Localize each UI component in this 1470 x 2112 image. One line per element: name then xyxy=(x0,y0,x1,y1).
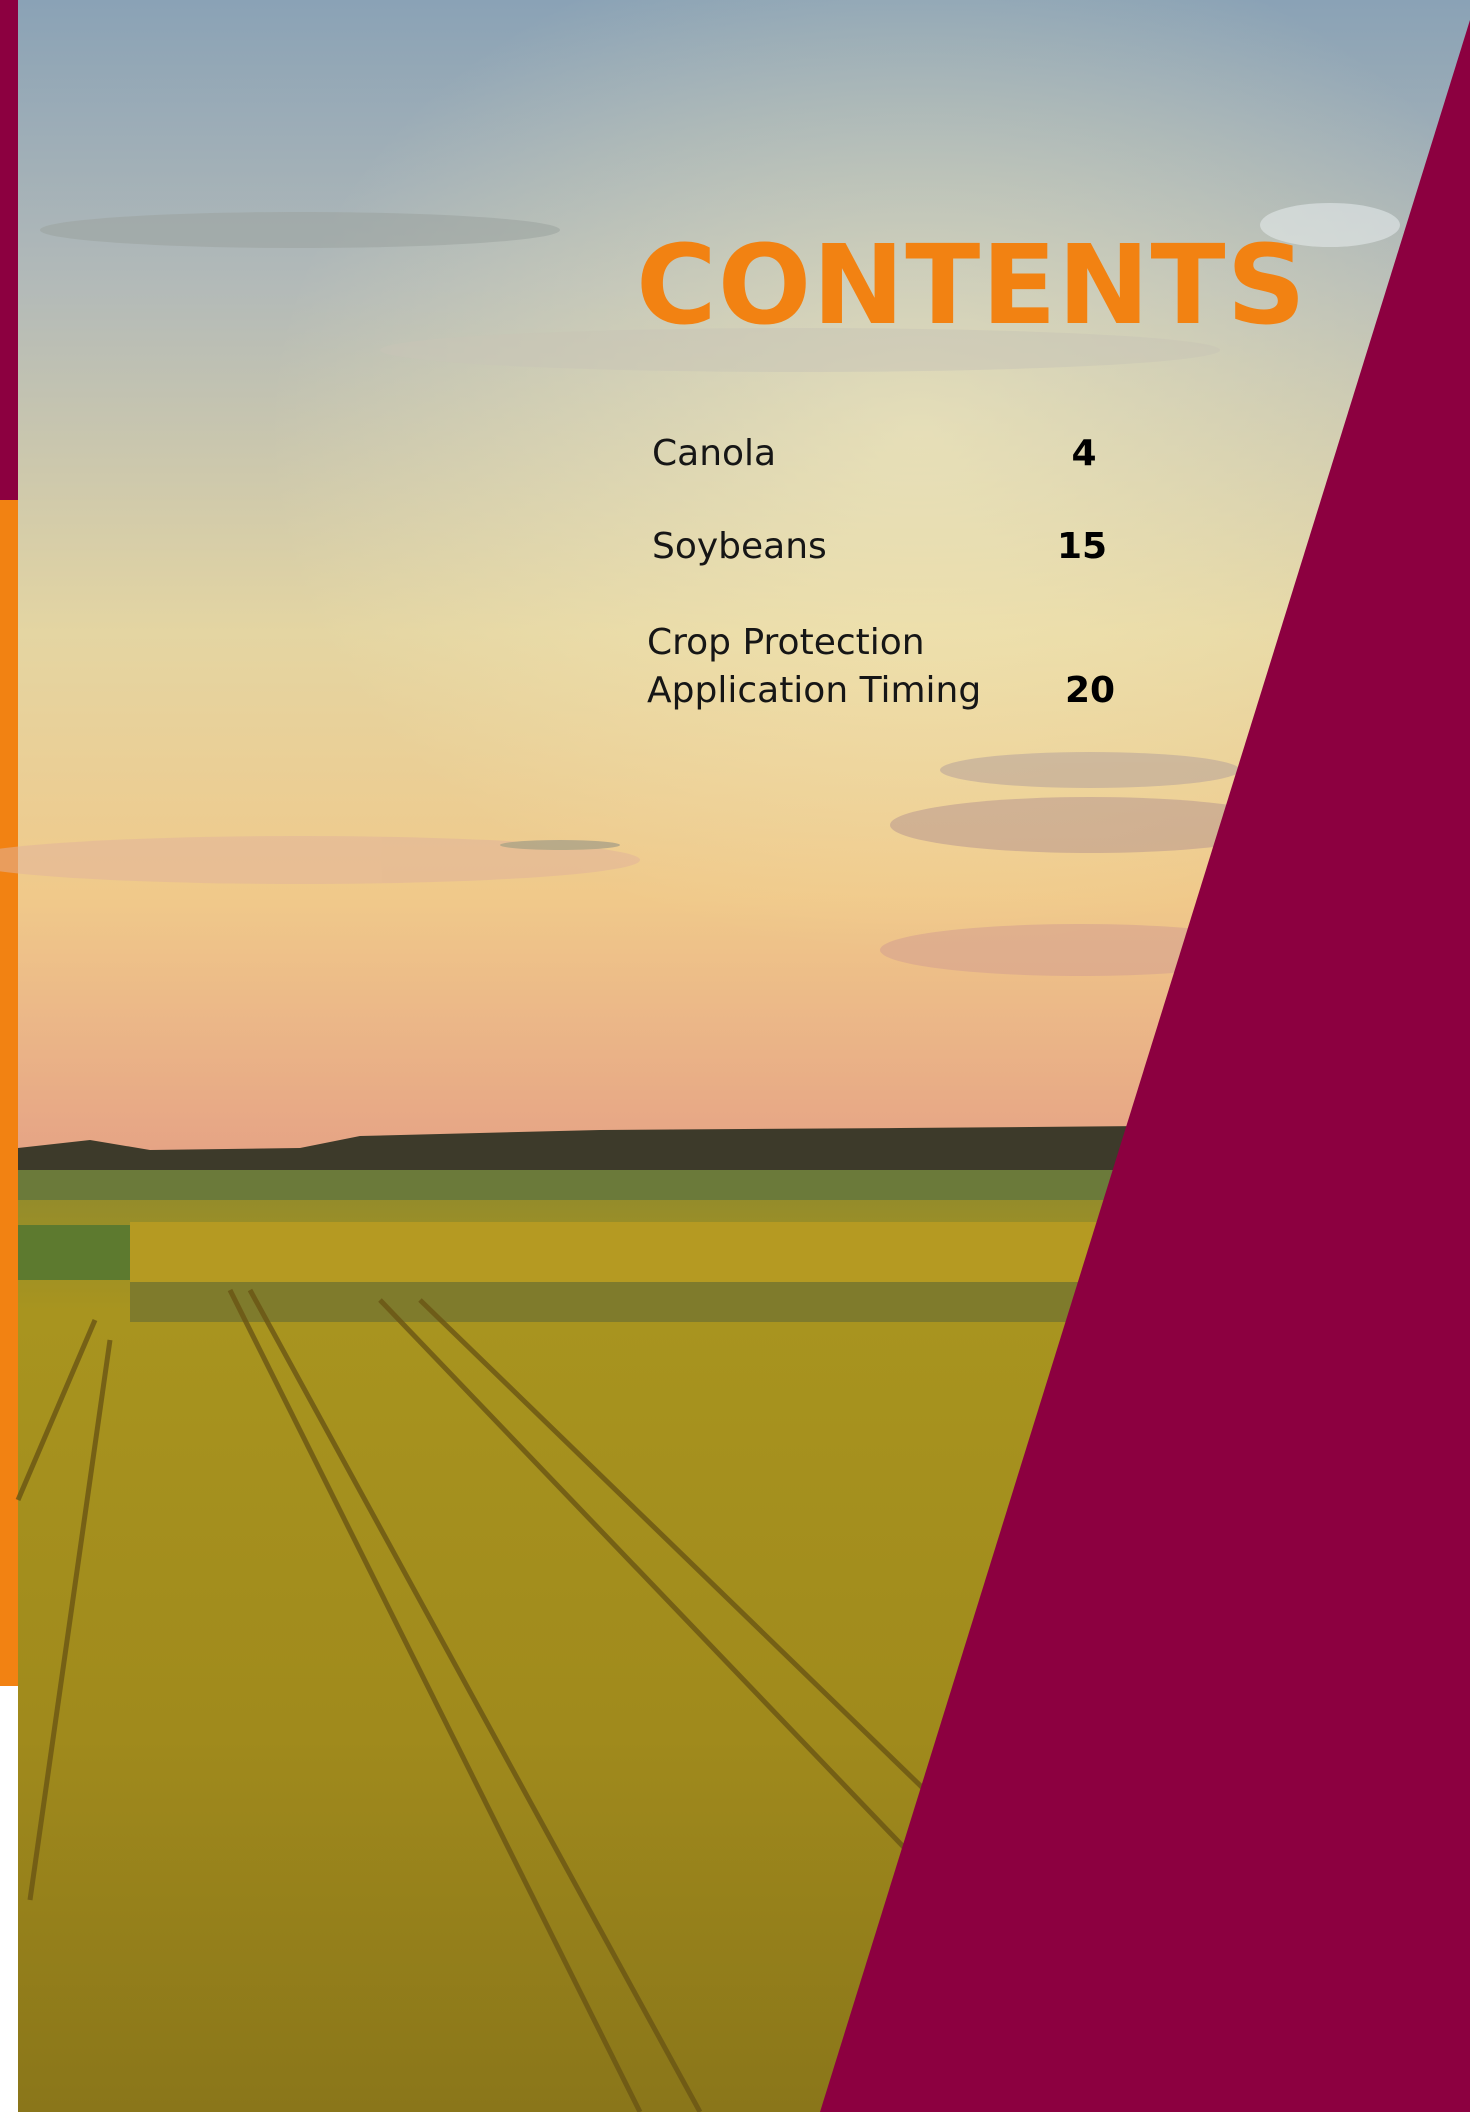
contents-page: CONTENTS Canola 4 Soybeans 15 Crop Prote… xyxy=(0,0,1470,2112)
toc-item-label: Soybeans xyxy=(652,526,827,567)
toc-page-number: 15 xyxy=(1056,526,1108,567)
toc-item-soybeans[interactable]: Soybeans xyxy=(652,523,827,571)
left-maroon-strip xyxy=(0,0,18,520)
toc-page-number: 20 xyxy=(1064,670,1116,711)
toc-item-canola[interactable]: Canola xyxy=(652,430,776,478)
toc-item-crop-protection[interactable]: Crop Protection Application Timing xyxy=(647,619,981,715)
toc-item-label: Application Timing xyxy=(647,670,982,711)
toc-page-number: 4 xyxy=(1071,433,1097,474)
toc-item-label: Crop Protection xyxy=(647,622,925,663)
page-title: CONTENTS xyxy=(636,221,1307,349)
toc-item-label: Canola xyxy=(652,433,777,474)
left-orange-strip xyxy=(0,500,18,1686)
